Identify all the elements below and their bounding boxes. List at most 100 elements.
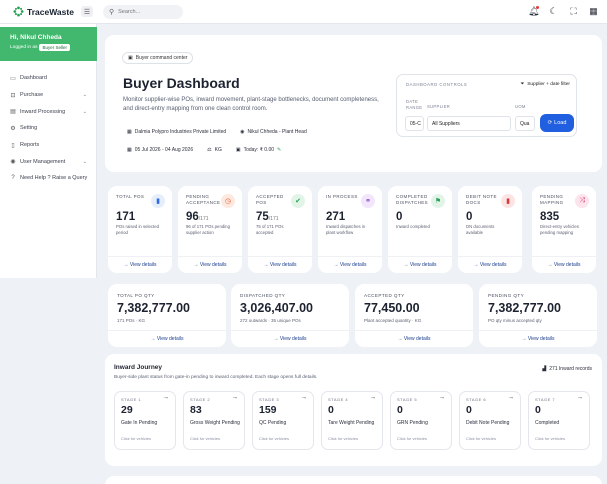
view-details-link[interactable]: → View details	[532, 256, 596, 268]
stage-name: Tare Weight Pending	[328, 420, 375, 426]
kpi-subtext: 75 of 171 POs accepted	[256, 224, 284, 235]
view-details-link[interactable]: → View details	[479, 330, 597, 342]
supplier-date-filter-button[interactable]: ⏷ Supplier + date filter	[520, 78, 570, 90]
kpi-title: PENDING ACCEPTANCE	[186, 194, 221, 205]
qty-card-accepted[interactable]: ACCEPTED QTY 77,450.00 Plant accepted qu…	[355, 284, 473, 347]
stage-label: STAGE 5	[397, 397, 418, 402]
view-details-link[interactable]: → View details	[458, 256, 522, 268]
scale-icon: ⚖	[207, 147, 212, 153]
view-details-link[interactable]: → View details	[355, 330, 473, 342]
kpi-total-pos[interactable]: TOTAL POS ▮ 171 POs raised in selected p…	[108, 186, 172, 273]
stage-value: 0	[397, 404, 403, 416]
supplier-select[interactable]: All Suppliers	[427, 116, 511, 131]
arrow-right-icon: →	[576, 394, 584, 401]
qty-value: 7,382,777.00	[488, 301, 561, 315]
supplier-label: SUPPLIER	[427, 104, 451, 109]
qty-card-dispatched[interactable]: DISPATCHED QTY 3,026,407.00 272 outwards…	[231, 284, 349, 347]
stage-card-2[interactable]: STAGE 2 → 83 Gross Weight Pending Click for …	[183, 391, 245, 450]
command-center-badge: ▣ Buyer command center	[122, 52, 194, 64]
stage-card-7[interactable]: STAGE 7 → 0 Completed Click for vehicles	[528, 391, 590, 450]
stage-cta[interactable]: Click for vehicles	[259, 436, 289, 441]
clock-icon: ◷	[221, 194, 235, 208]
stage-cta[interactable]: Click for vehicles	[466, 436, 496, 441]
filter-icon: ⏷	[520, 82, 525, 87]
kpi-pending-mapping[interactable]: PENDING MAPPING ⤨ 835 Direct-entry vehic…	[532, 186, 596, 273]
chevron-down-icon: ⌄	[82, 92, 87, 99]
app-logo[interactable]: TraceWaste	[13, 6, 83, 17]
notification-dot	[536, 6, 539, 9]
kpi-in-process[interactable]: IN PROCESS ⚭ 271 Inward dispatches in pl…	[318, 186, 382, 273]
kpi-subtext: 96 of 171 POs pending supplier action	[186, 224, 230, 235]
document-icon: ▯	[11, 142, 15, 149]
view-details-link[interactable]: → View details	[248, 256, 312, 268]
uom-label: UOM	[515, 104, 526, 109]
view-details-link[interactable]: → View details	[178, 256, 242, 268]
sidebar-item-reports[interactable]: ▯ Reports	[0, 137, 97, 154]
menu-toggle-icon[interactable]: ☰	[81, 6, 93, 17]
date-range-field[interactable]: 05-C	[405, 116, 424, 131]
date-range-text: 05 Jul 2026 - 04 Aug 2026	[134, 147, 194, 153]
sidebar-item-setting[interactable]: ⚙ Setting	[0, 120, 97, 137]
stage-cta[interactable]: Click for vehicles	[190, 436, 220, 441]
sidebar-nav: ▭ Dashboard ⊡ Purchase ⌄ ▤ Inward Processing…	[0, 70, 97, 187]
person-chip: ◉ Nikul Chheda - Plant Head	[236, 126, 311, 138]
kpi-title: PENDING MAPPING	[540, 194, 564, 205]
file-icon: ▮	[151, 194, 165, 208]
qty-title: ACCEPTED QTY	[364, 293, 405, 298]
building-icon: ▦	[127, 129, 132, 135]
stage-card-3[interactable]: STAGE 3 → 159 QC Pending Click for vehicles	[252, 391, 314, 450]
arrow-right-icon: →	[369, 394, 377, 401]
kpi-title: TOTAL POS	[116, 194, 145, 199]
kpi-subtext: POs raised in selected period	[116, 224, 159, 235]
view-details-link[interactable]: → View details	[388, 256, 452, 268]
load-button[interactable]: ⟳ Load	[540, 114, 574, 132]
qty-card-total-po[interactable]: TOTAL PO QTY 7,382,777.00 171 POs · KG →…	[108, 284, 226, 347]
date-range-chip: ▦ 05 Jul 2026 - 04 Aug 2026	[123, 144, 197, 156]
qty-title: DISPATCHED QTY	[240, 293, 286, 298]
sidebar-item-purchase[interactable]: ⊡ Purchase ⌄	[0, 87, 97, 104]
kpi-value: 171	[116, 211, 136, 223]
kpi-value: 96/171	[186, 211, 209, 223]
stage-cta[interactable]: Click for vehicles	[328, 436, 358, 441]
stage-cta[interactable]: Click for vehicles	[121, 436, 151, 441]
stage-card-1[interactable]: STAGE 1 → 29 Gate In Pending Click for vehic…	[114, 391, 176, 450]
edit-icon[interactable]: ✎	[277, 147, 281, 153]
unit-text: KG	[214, 147, 222, 153]
qty-subtext: Plant accepted quantity · KG	[364, 318, 422, 323]
arrow-right-icon: →	[438, 394, 446, 401]
grid-icon[interactable]: ▦	[588, 6, 599, 17]
qty-card-pending[interactable]: PENDING QTY 7,382,777.00 PO qty minus ac…	[479, 284, 597, 347]
company-chip: ▦ Dalmia Polypro Industries Private Limit…	[123, 126, 230, 138]
kpi-completed-dispatches[interactable]: COMPLETED DISPATCHES ⚑ 0 Inward complete…	[388, 186, 452, 273]
kpi-accepted-pos[interactable]: ACCEPTED POS ✔ 75/171 75 of 171 POs acce…	[248, 186, 312, 273]
stage-card-4[interactable]: STAGE 4 → 0 Tare Weight Pending Click for ve…	[321, 391, 383, 450]
kpi-pending-acceptance[interactable]: PENDING ACCEPTANCE ◷ 96/171 96 of 171 PO…	[178, 186, 242, 273]
view-details-link[interactable]: → View details	[108, 256, 172, 268]
uom-select[interactable]: Qua	[515, 116, 535, 131]
sidebar-item-dashboard[interactable]: ▭ Dashboard	[0, 70, 97, 87]
user-icon: ◉	[10, 159, 16, 166]
user-card: Hi, Nikul Chheda Logged in as Buyer Sell…	[0, 27, 97, 61]
sidebar-item-user-management[interactable]: ◉ User Management ⌄	[0, 153, 97, 170]
sidebar-item-label: Inward Processing	[20, 108, 66, 115]
page-title: Buyer Dashboard	[123, 75, 240, 91]
moon-icon[interactable]: ☾	[548, 6, 559, 17]
sidebar-item-inward-processing[interactable]: ▤ Inward Processing ⌄	[0, 103, 97, 120]
stage-card-6[interactable]: STAGE 6 → 0 Debit Note Pending Click for veh…	[459, 391, 521, 450]
stage-cta[interactable]: Click for vehicles	[535, 436, 565, 441]
load-button-label: Load	[554, 120, 567, 126]
view-details-link[interactable]: → View details	[108, 330, 226, 342]
kpi-debit-note-docs[interactable]: DEBIT NOTE DOCS ▮ 0 DN documents availab…	[458, 186, 522, 273]
view-details-link[interactable]: → View details	[231, 330, 349, 342]
stage-card-5[interactable]: STAGE 5 → 0 GRN Pending Click for vehicles	[390, 391, 452, 450]
sidebar-item-label: Reports	[20, 142, 40, 149]
fullscreen-icon[interactable]: ⛶	[568, 6, 579, 17]
unit-chip: ⚖ KG	[203, 144, 226, 156]
bell-icon[interactable]: 🔔︎	[528, 6, 539, 17]
search-box[interactable]: ⚲	[103, 5, 183, 19]
view-details-link[interactable]: → View details	[318, 256, 382, 268]
sidebar-item-help[interactable]: ? Need Help ? Raise a Query	[0, 170, 97, 187]
search-input[interactable]	[118, 9, 179, 15]
stage-cta[interactable]: Click for vehicles	[397, 436, 427, 441]
kpi-title: COMPLETED DISPATCHES	[396, 194, 429, 205]
